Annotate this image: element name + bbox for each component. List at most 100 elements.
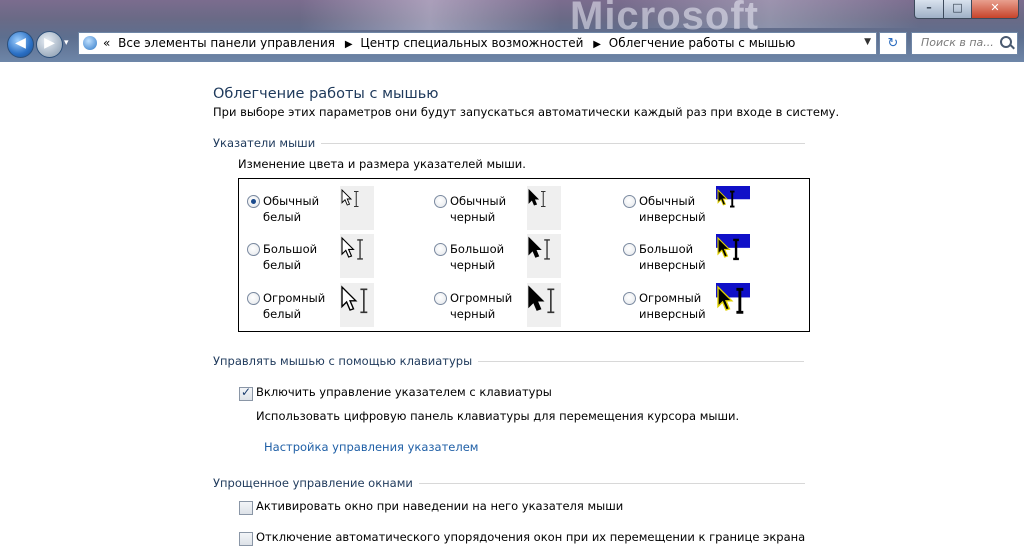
hover-activate-checkbox[interactable]	[239, 501, 253, 515]
main-content: Облегчение работы с мышью При выборе эти…	[0, 62, 1024, 546]
pointer-option-large-white[interactable]: Большой белый	[243, 234, 423, 282]
pointer-preview-icon	[527, 283, 561, 327]
pointer-size-text: Огромный	[450, 291, 513, 305]
page-description: При выборе этих параметров они будут зап…	[213, 105, 840, 119]
address-dropdown-icon[interactable]: ▼	[864, 37, 871, 47]
breadcrumb-separator-icon[interactable]: ▶	[593, 39, 601, 50]
section-title: Упрощенное управление окнами	[213, 476, 413, 490]
forward-button[interactable]: ▶	[36, 31, 63, 58]
mouse-keys-checkbox[interactable]: ✓	[239, 385, 253, 401]
pointer-option-label[interactable]: Огромный черный	[450, 290, 512, 322]
section-divider	[418, 483, 805, 484]
back-arrow-icon: ◀	[15, 35, 26, 51]
radio-button[interactable]	[247, 243, 260, 256]
recent-pages-dropdown[interactable]: ▾	[64, 38, 69, 48]
page-title: Облегчение работы с мышью	[213, 86, 439, 102]
search-icon[interactable]	[1000, 36, 1012, 48]
pointer-scheme-text: инверсный	[639, 258, 706, 272]
radio-button[interactable]	[247, 195, 260, 208]
pointer-option-large-inverted[interactable]: Большой инверсный	[619, 234, 799, 282]
mouse-keys-label[interactable]: Включить управление указателем с клавиат…	[256, 385, 552, 399]
radio-button[interactable]	[434, 243, 447, 256]
mouse-keys-settings-link[interactable]: Настройка управления указателем	[264, 440, 478, 454]
pointer-scheme-text: черный	[450, 210, 496, 224]
pointer-preview-icon	[340, 283, 374, 327]
search-placeholder[interactable]: Поиск в па...	[921, 36, 994, 49]
address-bar[interactable]: « Все элементы панели управления ▶ Центр…	[78, 32, 877, 55]
hover-activate-label[interactable]: Активировать окно при наведении на него …	[256, 499, 623, 513]
radio-button[interactable]	[623, 243, 636, 256]
pointer-size-text: Огромный	[263, 291, 326, 305]
pointer-preview-icon	[716, 186, 750, 230]
search-box[interactable]: Поиск в па...	[911, 32, 1018, 55]
pointer-option-regular-black[interactable]: Обычный черный	[430, 186, 610, 234]
pointer-option-extra-large-white[interactable]: Огромный белый	[243, 283, 423, 331]
disable-snap-checkbox[interactable]	[239, 532, 253, 546]
radio-button[interactable]	[623, 292, 636, 305]
pointer-preview-icon	[527, 234, 561, 278]
section-title: Указатели мыши	[213, 136, 316, 150]
section-header-keyboard: Управлять мышью с помощью клавиатуры	[213, 354, 805, 368]
pointer-preview-icon	[340, 186, 374, 230]
pointer-option-label[interactable]: Огромный инверсный	[639, 290, 706, 322]
pointer-option-large-black[interactable]: Большой черный	[430, 234, 610, 282]
section-header-window-management: Упрощенное управление окнами	[213, 476, 805, 490]
pointer-scheme-text: белый	[263, 258, 302, 272]
refresh-button[interactable]: ↻	[879, 32, 907, 55]
pointer-preview-icon	[716, 234, 750, 278]
pointer-scheme-text: белый	[263, 307, 302, 321]
pointer-size-text: Большой	[263, 242, 318, 256]
pointer-option-regular-inverted[interactable]: Обычный инверсный	[619, 186, 799, 234]
pointer-option-label[interactable]: Огромный белый	[263, 290, 325, 322]
pointer-scheme-text: инверсный	[639, 210, 706, 224]
pointer-option-label[interactable]: Обычный черный	[450, 193, 506, 225]
pointer-option-extra-large-inverted[interactable]: Огромный инверсный	[619, 283, 799, 331]
breadcrumb-item-ease-of-access[interactable]: Центр специальных возможностей	[360, 36, 583, 50]
pointer-size-text: Обычный	[450, 194, 507, 208]
pointer-option-label[interactable]: Обычный инверсный	[639, 193, 706, 225]
pointer-scheme-text: белый	[263, 210, 302, 224]
pointer-size-text: Обычный	[263, 194, 320, 208]
breadcrumb-item-all-items[interactable]: Все элементы панели управления	[118, 36, 335, 50]
forward-arrow-icon: ▶	[44, 35, 55, 51]
close-button[interactable]: ✕	[971, 0, 1019, 19]
pointer-option-regular-white[interactable]: Обычный белый	[243, 186, 423, 234]
pointer-size-text: Большой	[639, 242, 694, 256]
section-header-pointers: Указатели мыши	[213, 136, 806, 150]
breadcrumb-separator-icon[interactable]: ▶	[345, 39, 353, 50]
pointer-preview-icon	[527, 186, 561, 230]
pointer-option-label[interactable]: Большой белый	[263, 241, 317, 273]
breadcrumb-overflow[interactable]: «	[103, 36, 110, 50]
pointer-option-extra-large-black[interactable]: Огромный черный	[430, 283, 610, 331]
section-title: Управлять мышью с помощью клавиатуры	[213, 354, 473, 368]
radio-button[interactable]	[434, 292, 447, 305]
pointer-option-label[interactable]: Большой инверсный	[639, 241, 706, 273]
pointer-size-text: Обычный	[639, 194, 696, 208]
section-divider	[478, 361, 805, 362]
pointers-subheader: Изменение цвета и размера указателей мыш…	[238, 157, 526, 171]
maximize-button[interactable]: □	[943, 0, 972, 19]
radio-button[interactable]	[623, 195, 636, 208]
title-bar: Microsoft – □ ✕ ◀ ▶ ▾ « Все элементы пан…	[0, 0, 1024, 62]
pointer-option-label[interactable]: Обычный белый	[263, 193, 319, 225]
pointer-size-text: Огромный	[639, 291, 702, 305]
breadcrumb-item-mouse[interactable]: Облегчение работы с мышью	[609, 36, 796, 50]
pointer-scheme-text: черный	[450, 307, 496, 321]
radio-button[interactable]	[247, 292, 260, 305]
section-divider	[321, 143, 806, 144]
mouse-keys-description: Использовать цифровую панель клавиатуры …	[256, 409, 740, 423]
pointer-option-label[interactable]: Большой черный	[450, 241, 504, 273]
pointer-scheme-text: инверсный	[639, 307, 706, 321]
minimize-button[interactable]: –	[914, 0, 944, 19]
pointer-scheme-text: черный	[450, 258, 496, 272]
title-bar-glow	[300, 0, 560, 30]
pointer-preview-icon	[716, 283, 750, 327]
radio-button[interactable]	[434, 195, 447, 208]
control-panel-icon	[83, 36, 97, 50]
disable-snap-label[interactable]: Отключение автоматического упорядочения …	[256, 530, 805, 544]
pointer-preview-icon	[340, 234, 374, 278]
close-icon: ✕	[990, 1, 1000, 14]
back-button[interactable]: ◀	[7, 31, 34, 58]
pointer-scheme-group: Обычный белый Обычный черный Обычный инверсны…	[238, 178, 810, 332]
breadcrumb: « Все элементы панели управления ▶ Центр…	[103, 36, 799, 50]
